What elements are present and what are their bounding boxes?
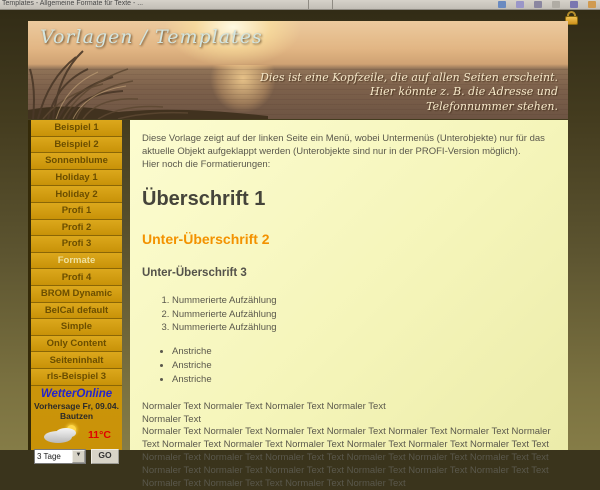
heading-1: Überschrift 1 bbox=[142, 186, 556, 213]
browser-toolbar-icon[interactable] bbox=[498, 1, 506, 8]
browser-toolbar-icon[interactable] bbox=[534, 1, 542, 8]
sidebar-item-label: Profi 1 bbox=[62, 205, 92, 216]
numbered-list: Nummerierte AufzählungNummerierte Aufzäh… bbox=[158, 295, 556, 335]
sidebar-menu-item[interactable]: Only Content bbox=[31, 336, 122, 353]
go-button[interactable]: GO bbox=[91, 449, 119, 464]
sidebar-menu-item[interactable]: Profi 2 bbox=[31, 220, 122, 237]
bullet-list: AnstricheAnstricheAnstriche bbox=[158, 346, 556, 386]
forecast-range-select[interactable]: 3 Tage ▼ bbox=[34, 449, 86, 464]
sidebar-menu-item[interactable]: Beispiel 2 bbox=[31, 137, 122, 154]
page-background: Vorlagen / Templates Dies ist eine Kopfz… bbox=[0, 10, 600, 450]
tagline-line: Telefonnummer stehen. bbox=[260, 100, 558, 114]
cloud-icon bbox=[56, 428, 76, 438]
browser-toolbar-icon[interactable] bbox=[570, 1, 578, 8]
beach-grass-silhouette bbox=[28, 44, 268, 119]
normal-text-line: Normaler Text bbox=[142, 414, 556, 427]
sidebar-menu-item[interactable]: Profi 4 bbox=[31, 269, 122, 286]
sidebar-item-label: rls-Beispiel 3 bbox=[47, 371, 106, 382]
numbered-list-item: Nummerierte Aufzählung bbox=[172, 295, 556, 308]
normal-text-block: Normaler Text Normaler Text Normaler Tex… bbox=[142, 401, 556, 427]
temperature-value: 11°C bbox=[88, 429, 111, 441]
browser-toolbar-icon[interactable] bbox=[552, 1, 560, 8]
sidebar-item-label: Simple bbox=[61, 321, 92, 332]
sidebar-item-label: Only Content bbox=[47, 338, 107, 349]
browser-toolbar-icon[interactable] bbox=[588, 1, 596, 8]
wetteronline-logo[interactable]: WetterOnline bbox=[31, 388, 122, 400]
tab-divider bbox=[308, 0, 309, 9]
intro-paragraph: Diese Vorlage zeigt auf der linken Seite… bbox=[142, 133, 556, 159]
sidebar-item-label: Formate bbox=[58, 255, 95, 266]
sidebar-item-label: BROM Dynamic bbox=[41, 288, 112, 299]
sidebar-menu-item[interactable]: rls-Beispiel 3 bbox=[31, 369, 122, 386]
formats-line: Hier noch die Formatierungen: bbox=[142, 159, 556, 172]
browser-chrome-bar: Templates - Allgemeine Formate für Texte… bbox=[0, 0, 600, 10]
browser-tab-title: Templates - Allgemeine Formate für Texte… bbox=[2, 0, 143, 7]
header-tagline: Dies ist eine Kopfzeile, die auf allen S… bbox=[260, 71, 558, 114]
sidebar-item-label: Profi 4 bbox=[62, 272, 92, 283]
tagline-line: Hier könnte z. B. die Adresse und bbox=[260, 85, 558, 99]
column-gap bbox=[122, 120, 130, 450]
numbered-list-item: Nummerierte Aufzählung bbox=[172, 322, 556, 335]
partly-cloudy-icon bbox=[42, 425, 80, 445]
sidebar-menu-item[interactable]: Holiday 2 bbox=[31, 186, 122, 203]
sidebar-menu-item[interactable]: Seiteninhalt bbox=[31, 352, 122, 369]
header-banner: Vorlagen / Templates Dies ist eine Kopfz… bbox=[28, 21, 568, 119]
sidebar-menu-item[interactable]: BROM Dynamic bbox=[31, 286, 122, 303]
sidebar-item-label: Holiday 1 bbox=[55, 172, 97, 183]
heading-2: Unter-Überschrift 2 bbox=[142, 230, 556, 249]
sidebar-item-label: BelCal default bbox=[45, 305, 108, 316]
sidebar-menu-item[interactable]: Beispiel 1 bbox=[31, 120, 122, 137]
chevron-down-icon[interactable]: ▼ bbox=[72, 450, 85, 463]
sidebar-menu-item[interactable]: Formate bbox=[31, 253, 122, 270]
forecast-date: Vorhersage Fr, 09.04. bbox=[31, 401, 122, 411]
selected-range: 3 Tage bbox=[35, 452, 72, 461]
sidebar-menu-item[interactable]: Simple bbox=[31, 319, 122, 336]
sidebar-menu-item[interactable]: Profi 3 bbox=[31, 236, 122, 253]
browser-toolbar-icon[interactable] bbox=[516, 1, 524, 8]
site-title: Vorlagen / Templates bbox=[40, 26, 263, 48]
tab-divider bbox=[332, 0, 333, 9]
numbered-list-item: Nummerierte Aufzählung bbox=[172, 309, 556, 322]
browser-toolbar-icons bbox=[498, 1, 596, 8]
sidebar-menu-item[interactable]: BelCal default bbox=[31, 303, 122, 320]
sidebar-item-label: Beispiel 2 bbox=[54, 139, 98, 150]
bullet-list-item: Anstriche bbox=[172, 374, 556, 387]
heading-3: Unter-Überschrift 3 bbox=[142, 266, 556, 282]
sidebar-item-label: Profi 2 bbox=[62, 222, 92, 233]
bullet-list-item: Anstriche bbox=[172, 360, 556, 373]
sidebar-menu-item[interactable]: Sonnenblume bbox=[31, 153, 122, 170]
forecast-city: Bautzen bbox=[31, 411, 122, 421]
tagline-line: Dies ist eine Kopfzeile, die auf allen S… bbox=[260, 71, 558, 85]
bullet-list-item: Anstriche bbox=[172, 346, 556, 359]
sidebar-item-label: Profi 3 bbox=[62, 238, 92, 249]
sidebar-item-label: Beispiel 1 bbox=[54, 122, 98, 133]
sidebar-item-label: Holiday 2 bbox=[55, 189, 97, 200]
weather-widget: WetterOnline Vorhersage Fr, 09.04. Bautz… bbox=[31, 388, 122, 464]
sidebar-menu: Beispiel 1 Beispiel 2 Sonnenblume Holida… bbox=[31, 120, 122, 386]
normal-text-line: Normaler Text Normaler Text Normaler Tex… bbox=[142, 401, 556, 414]
main-content: Diese Vorlage zeigt auf der linken Seite… bbox=[130, 120, 568, 450]
sidebar: Beispiel 1 Beispiel 2 Sonnenblume Holida… bbox=[28, 120, 122, 450]
site-container: Vorlagen / Templates Dies ist eine Kopfz… bbox=[28, 21, 568, 450]
sidebar-item-label: Sonnenblume bbox=[45, 155, 108, 166]
sidebar-menu-item[interactable]: Profi 1 bbox=[31, 203, 122, 220]
normal-text-paragraph: Normaler Text Normaler Text Normaler Tex… bbox=[142, 426, 556, 490]
sidebar-item-label: Seiteninhalt bbox=[50, 355, 104, 366]
sidebar-menu-item[interactable]: Holiday 1 bbox=[31, 170, 122, 187]
